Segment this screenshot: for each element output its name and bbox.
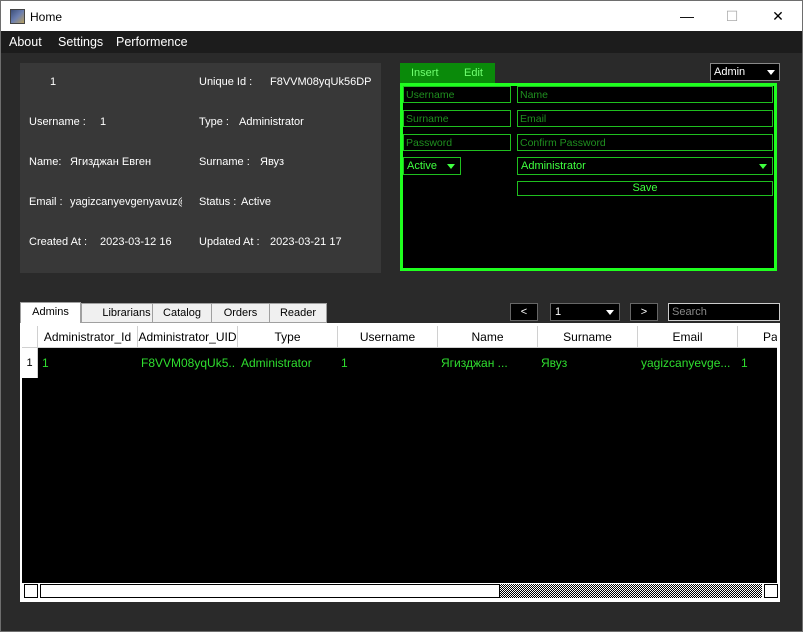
info-status-value: Active — [241, 196, 271, 208]
scroll-left-button[interactable] — [24, 584, 38, 598]
info-email-value: yagizcanyevgenyavuz@ — [70, 196, 182, 208]
column-header[interactable]: Pa — [738, 326, 777, 348]
username-field[interactable]: Username — [403, 86, 511, 103]
confirm-password-field[interactable]: Confirm Password — [517, 134, 773, 151]
info-unique-value: F8VVM08yqUk56DP — [270, 76, 372, 88]
info-username-label: Username : — [29, 116, 86, 128]
tab-insert[interactable]: Insert — [411, 67, 439, 79]
info-type-label: Type : — [199, 116, 229, 128]
column-header[interactable]: Name — [438, 326, 538, 348]
password-field[interactable]: Password — [403, 134, 511, 151]
page-select-value: 1 — [555, 306, 562, 318]
column-header[interactable]: Surname — [538, 326, 638, 348]
role-select-value: Admin — [714, 66, 746, 78]
info-id-value: 1 — [50, 76, 57, 88]
table-cell[interactable]: Явуз — [541, 356, 635, 370]
tab-reader[interactable]: Reader — [269, 303, 327, 323]
horizontal-scrollbar[interactable] — [22, 583, 778, 599]
close-button[interactable]: ✕ — [762, 6, 794, 26]
info-status-label: Status : — [199, 196, 237, 208]
tab-admins[interactable]: Admins — [20, 302, 81, 324]
info-username-value: 1 — [100, 116, 107, 128]
tab-edit[interactable]: Edit — [464, 67, 483, 79]
chevron-down-icon — [767, 70, 775, 75]
info-email-label: Email : — [29, 196, 63, 208]
table-cell[interactable]: 1 — [341, 356, 435, 370]
info-unique-label: Unique Id : — [199, 76, 253, 88]
info-name-value: Ягизджан Евген — [70, 156, 152, 168]
menu-bar: About Settings Performence — [0, 31, 803, 53]
column-header[interactable]: Email — [638, 326, 738, 348]
info-updated-label: Updated At : — [199, 236, 260, 248]
info-name-label: Name: — [29, 156, 62, 168]
prev-page-button[interactable]: < — [510, 303, 538, 321]
info-surname-label: Surname : — [199, 156, 250, 168]
column-header[interactable]: Administrator_UID — [138, 326, 238, 348]
title-bar: Home — ☐ ✕ — [0, 0, 803, 31]
info-panel: 1 Unique Id : F8VVM08yqUk56DP Username :… — [20, 63, 381, 273]
info-created-value: 2023-03-12 16 — [100, 236, 172, 248]
menu-performance[interactable]: Performence — [116, 35, 188, 49]
scroll-right-button[interactable] — [764, 584, 778, 598]
table-cell[interactable]: Administrator — [241, 356, 335, 370]
table-cell[interactable]: Ягизджан ... — [441, 356, 535, 370]
type-select[interactable]: Administrator — [517, 157, 773, 175]
app-icon — [10, 9, 25, 24]
row-header[interactable]: 1 — [22, 348, 38, 378]
role-select[interactable]: Admin — [710, 63, 780, 81]
table-cell[interactable]: F8VVM08yqUk5... — [141, 356, 235, 370]
table-cell[interactable]: 1 — [42, 356, 134, 370]
name-field[interactable]: Name — [517, 86, 773, 103]
data-grid-body: Administrator_Id Administrator_UID Type … — [22, 326, 777, 583]
chevron-down-icon — [447, 164, 455, 169]
window-title: Home — [30, 10, 63, 24]
info-surname-value: Явуз — [260, 156, 285, 168]
column-header[interactable]: Administrator_Id — [38, 326, 138, 348]
status-select-value: Active — [407, 160, 437, 172]
next-page-button[interactable]: > — [630, 303, 658, 321]
scroll-thumb[interactable] — [40, 584, 500, 598]
corner-header — [22, 326, 38, 348]
status-select[interactable]: Active — [403, 157, 461, 175]
chevron-down-icon — [606, 310, 614, 315]
minimize-button[interactable]: — — [671, 6, 703, 26]
table-cell[interactable]: 1 — [741, 356, 771, 370]
search-input[interactable]: Search — [668, 303, 780, 321]
tab-orders[interactable]: Orders — [211, 303, 270, 323]
column-header[interactable]: Username — [338, 326, 438, 348]
chevron-down-icon — [759, 164, 767, 169]
info-type-value: Administrator — [239, 116, 304, 128]
table-cell[interactable]: yagizcanyevge... — [641, 356, 735, 370]
maximize-button[interactable]: ☐ — [716, 6, 748, 26]
form-tabs: Insert Edit — [400, 63, 495, 83]
menu-settings[interactable]: Settings — [58, 35, 103, 49]
save-button[interactable]: Save — [517, 181, 773, 196]
page-select[interactable]: 1 — [550, 303, 620, 321]
info-created-label: Created At : — [29, 236, 88, 248]
menu-about[interactable]: About — [9, 35, 42, 49]
column-header[interactable]: Type — [238, 326, 338, 348]
info-updated-value: 2023-03-21 17 — [270, 236, 342, 248]
type-select-value: Administrator — [521, 160, 586, 172]
tab-catalog[interactable]: Catalog — [152, 303, 212, 323]
surname-field[interactable]: Surname — [403, 110, 511, 127]
email-field[interactable]: Email — [517, 110, 773, 127]
